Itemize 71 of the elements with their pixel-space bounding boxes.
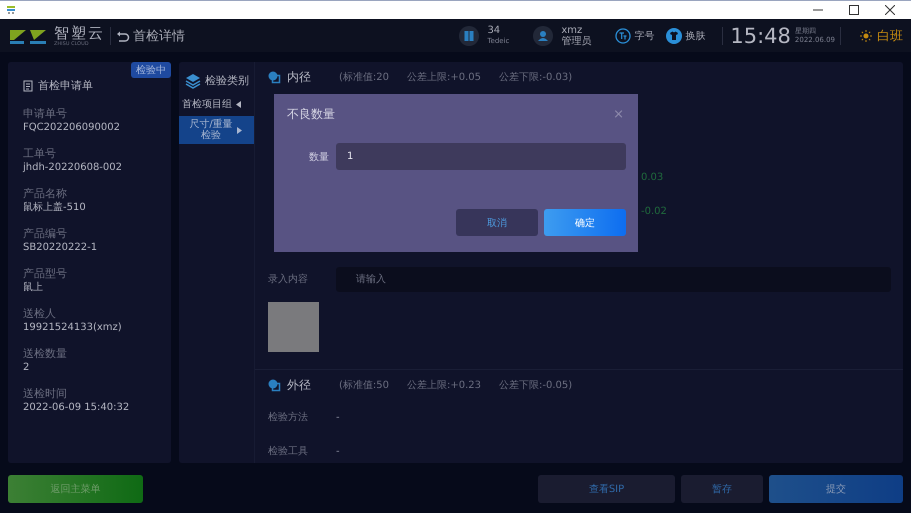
- shift-label: 白班: [877, 28, 903, 44]
- field-label: 送检时间: [23, 387, 68, 401]
- confirm-button[interactable]: 确定: [544, 209, 626, 236]
- field-label: 数量: [308, 150, 329, 164]
- measured-value: -0.02: [640, 206, 667, 216]
- field-value: 2: [23, 361, 30, 375]
- field-label: 产品编号: [23, 227, 68, 241]
- field-value: -: [336, 446, 340, 456]
- book-icon: [459, 26, 480, 46]
- field-label: 送检数量: [23, 347, 68, 361]
- spec-text: (标准值:50: [339, 378, 389, 392]
- stat-label: 管理员: [561, 36, 592, 46]
- field-value: jhdh-20220608-002: [23, 161, 124, 175]
- screenshot-thumbnail[interactable]: [268, 302, 319, 352]
- document-icon: [23, 80, 33, 92]
- spec-text: 公差下限:-0.05): [499, 379, 572, 392]
- stat-value: xmz: [561, 24, 584, 36]
- field-value: FQC202206090002: [23, 121, 121, 135]
- field-label: 产品名称: [23, 187, 68, 201]
- field-label: 产品型号: [23, 267, 68, 281]
- action-button[interactable]: 查看SIP: [538, 475, 675, 503]
- spec-text: (标准值:20: [339, 70, 389, 84]
- field-value: 鼠标上盖-510: [23, 201, 87, 215]
- input-field[interactable]: 请输入: [336, 266, 891, 292]
- field-label: 检验方法: [268, 410, 309, 424]
- submit-button[interactable]: 提交: [769, 475, 903, 503]
- field-label: 检验工具: [268, 444, 309, 458]
- field-label: 申请单号: [23, 107, 68, 121]
- spec-text: 公差上限:+0.23: [407, 378, 482, 392]
- field-value: SB20220222-1: [23, 241, 98, 255]
- close-button[interactable]: ×: [613, 107, 624, 122]
- field-label: 录入内容: [268, 272, 309, 286]
- spec-text: 公差下限:-0.03): [499, 71, 572, 84]
- caret-icon: [236, 100, 241, 108]
- toolbar-button[interactable]: 字号: [634, 28, 654, 42]
- status-badge: 检验中: [131, 62, 171, 78]
- cancel-button[interactable]: 取消: [456, 209, 538, 236]
- user-icon: [533, 26, 554, 46]
- item-title: 内径: [287, 68, 311, 86]
- field-value: 2022-06-09 15:40:32: [23, 401, 130, 415]
- app-icon: [6, 5, 16, 15]
- caret-icon: [237, 126, 242, 134]
- field-value: -: [336, 412, 340, 422]
- action-button[interactable]: 暂存: [681, 475, 763, 503]
- sun-icon: [860, 30, 872, 42]
- close-icon[interactable]: [885, 5, 895, 15]
- item-title: 外径: [287, 376, 311, 394]
- field-value: 鼠上: [23, 281, 44, 295]
- spec-text: 公差上限:+0.05: [407, 70, 482, 84]
- category-group[interactable]: 首检项目组: [182, 97, 232, 111]
- back-icon[interactable]: [116, 30, 130, 42]
- maximize-icon[interactable]: [849, 5, 859, 15]
- page-title: 首检详情: [133, 28, 185, 44]
- item-icon: [268, 70, 281, 84]
- field-label: 工单号: [23, 147, 57, 161]
- toolbar-button[interactable]: 换肤: [685, 28, 706, 42]
- section-title: 检验类别: [205, 73, 249, 88]
- clock-time: 15:48: [730, 24, 791, 48]
- item-icon: [268, 378, 281, 392]
- dialog-title: 不良数量: [287, 106, 335, 123]
- stat-value: 34: [487, 24, 502, 36]
- layers-icon: [185, 72, 201, 88]
- measured-value: 0.03: [640, 172, 664, 182]
- field-label: 送检人: [23, 307, 57, 321]
- category-item[interactable]: 尺寸/重量检验: [179, 116, 254, 144]
- shirt-icon: [666, 28, 682, 44]
- logo-text: 智塑云: [54, 24, 105, 40]
- card-title: 首检申请单: [38, 78, 93, 93]
- font-size-icon: [615, 28, 632, 44]
- quantity-field[interactable]: 1: [336, 143, 626, 170]
- field-value: 19921524133(xmz): [23, 321, 123, 335]
